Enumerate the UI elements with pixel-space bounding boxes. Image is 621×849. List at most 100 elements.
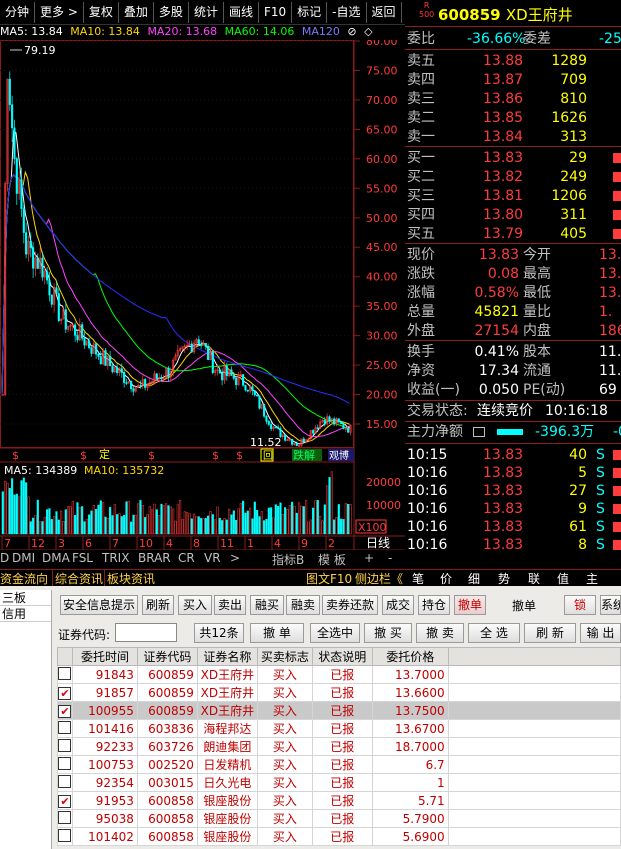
row-checkbox-cell[interactable]: ✔ xyxy=(57,791,73,810)
event-marker-icon[interactable]: $ xyxy=(236,449,243,462)
cancel-buy-button[interactable]: 撤 买 xyxy=(364,623,412,643)
tab-trix[interactable]: TRIX xyxy=(102,551,129,565)
event-marker-icon[interactable]: $ xyxy=(212,449,219,462)
row-checkbox-cell[interactable] xyxy=(57,809,73,828)
toolbar-statistics[interactable]: 统计 xyxy=(189,1,224,23)
cancel-sell-button[interactable]: 撤 卖 xyxy=(416,623,464,643)
system-button[interactable]: 系统 xyxy=(600,595,621,615)
col-price[interactable]: 委托价格 xyxy=(371,647,449,666)
col-status[interactable]: 状态说明 xyxy=(311,647,373,666)
buy-button[interactable]: 买入 xyxy=(178,595,212,615)
table-row[interactable]: 101402 600858 银座股份 买入 已报 5.6900 xyxy=(57,827,621,846)
bids-row[interactable]: 买五 13.79 405 xyxy=(405,225,621,243)
sell-button[interactable]: 卖出 xyxy=(214,595,246,615)
tab-linked[interactable]: 联 xyxy=(528,570,540,587)
deals-button[interactable]: 成交 xyxy=(382,595,414,615)
legend-collapse-icon[interactable]: ◇ xyxy=(364,25,372,38)
tab-template[interactable]: 模 板 xyxy=(318,551,346,568)
row-checkbox-cell[interactable]: ✔ xyxy=(57,683,73,702)
row-checkbox[interactable] xyxy=(58,774,72,788)
refresh-button[interactable]: 刷新 xyxy=(142,595,174,615)
zoom-out-button[interactable]: - xyxy=(388,551,392,565)
tab-dmi[interactable]: DMI xyxy=(12,551,35,565)
bids-row[interactable]: 买三 13.81 1206 xyxy=(405,187,621,205)
table-row[interactable]: 92233 603726 朗迪集团 买入 已报 18.7000 xyxy=(57,737,621,756)
tab-sector-news[interactable]: 板块资讯 xyxy=(104,570,155,587)
col-time[interactable]: 委托时间 xyxy=(71,647,138,666)
lock-button[interactable]: 锁 xyxy=(564,595,596,615)
row-checkbox[interactable] xyxy=(58,720,72,734)
table-row[interactable]: 92354 003015 日久光电 买入 已报 1 xyxy=(57,773,621,792)
tab-value[interactable]: 值 xyxy=(557,570,569,587)
main-flow-icon[interactable] xyxy=(473,427,485,437)
toolbar-minute[interactable]: 分钟 xyxy=(0,1,36,23)
row-checkbox[interactable] xyxy=(58,666,72,680)
col-extra[interactable] xyxy=(447,647,621,666)
row-checkbox-cell[interactable] xyxy=(57,737,73,756)
row-checkbox[interactable] xyxy=(58,756,72,770)
table-row[interactable]: 100753 002520 日发精机 买入 已报 6.7 xyxy=(57,755,621,774)
tab-dma[interactable]: DMA xyxy=(42,551,70,565)
f10-link[interactable]: 图文F10 xyxy=(306,570,352,587)
toolbar-f10[interactable]: F10 xyxy=(259,1,293,23)
row-checkbox[interactable]: ✔ xyxy=(58,794,72,808)
asks-row[interactable]: 卖二 13.85 1626 xyxy=(405,109,621,127)
daily-label[interactable]: 日线 xyxy=(366,536,390,550)
tab-fsl[interactable]: FSL xyxy=(72,551,93,565)
col-name[interactable]: 证券名称 xyxy=(196,647,258,666)
row-checkbox-cell[interactable] xyxy=(57,827,73,846)
toolbar-multi-stock[interactable]: 多股 xyxy=(154,1,189,23)
tab-trades[interactable]: 笔 xyxy=(412,570,424,587)
nav-neeq[interactable]: 三板 xyxy=(0,590,51,606)
tab-main[interactable]: 主 xyxy=(586,570,598,587)
bids-row[interactable]: 买四 13.80 311 xyxy=(405,206,621,224)
col-code[interactable]: 证券代码 xyxy=(136,647,198,666)
sidebar-toggle[interactable]: 侧边栏《 xyxy=(355,570,403,587)
tab-indicator-b[interactable]: 指标B xyxy=(272,551,304,568)
table-row[interactable]: 101416 603836 海程邦达 买入 已报 13.6700 xyxy=(57,719,621,738)
tab-cr[interactable]: CR xyxy=(178,551,195,565)
tab-general-news[interactable]: 综合资讯 xyxy=(52,570,103,587)
select-all-checked-button[interactable]: 全选中 xyxy=(310,623,360,643)
row-checkbox-cell[interactable] xyxy=(57,755,73,774)
margin-sell-button[interactable]: 融卖 xyxy=(286,595,320,615)
row-checkbox-cell[interactable] xyxy=(57,665,73,684)
sell-repay-button[interactable]: 卖券还款 xyxy=(322,595,378,615)
row-checkbox-cell[interactable] xyxy=(57,719,73,738)
toolbar-back[interactable]: 返回 xyxy=(367,1,402,23)
refresh-list-button[interactable]: 刷 新 xyxy=(524,623,576,643)
nav-margin[interactable]: 信用 xyxy=(0,606,51,622)
marker-die-jie[interactable]: 跌解 xyxy=(293,448,315,462)
security-info-button[interactable]: 安全信息提示 xyxy=(60,595,138,615)
positions-button[interactable]: 持仓 xyxy=(418,595,450,615)
tab-vr[interactable]: VR xyxy=(204,551,221,565)
cancel-button[interactable]: 撤 单 xyxy=(250,623,304,643)
export-button[interactable]: 输 出 xyxy=(580,623,621,643)
row-checkbox[interactable] xyxy=(58,810,72,824)
marker-hui[interactable]: 回 xyxy=(263,450,273,462)
tab-price[interactable]: 价 xyxy=(440,570,452,587)
code-filter-input[interactable] xyxy=(115,623,177,642)
table-row[interactable]: 91843 600859 XD王府井 买入 已报 13.7000 xyxy=(57,665,621,684)
cancel-order-tab[interactable]: 撤单 xyxy=(454,595,486,615)
marker-ding[interactable]: 定 xyxy=(99,447,110,461)
row-checkbox-cell[interactable] xyxy=(57,773,73,792)
select-all-button[interactable]: 全 选 xyxy=(468,623,520,643)
toolbar-mark[interactable]: 标记 xyxy=(292,1,328,23)
kline-chart[interactable]: 80.00 75.00 70.00 65.00 60.00 55.00 50.00 45.00… xyxy=(0,40,405,550)
margin-buy-button[interactable]: 融买 xyxy=(250,595,284,615)
toolbar-more[interactable]: 更多 > xyxy=(35,1,84,23)
zoom-in-button[interactable]: + xyxy=(364,551,374,565)
toolbar-draw-line[interactable]: 画线 xyxy=(224,1,259,23)
marker-guan-bo[interactable]: 观博 xyxy=(329,449,349,462)
row-checkbox[interactable] xyxy=(58,738,72,752)
event-marker-icon[interactable]: $ xyxy=(80,449,87,462)
event-marker-icon[interactable]: $ xyxy=(148,449,155,462)
toolbar-remove-watchlist[interactable]: -自选 xyxy=(327,1,367,23)
toolbar-restore-rights[interactable]: 复权 xyxy=(84,1,119,23)
tab-d[interactable]: D xyxy=(0,551,9,565)
table-row[interactable]: ✔ 100955 600859 XD王府井 买入 已报 13.7500 xyxy=(57,701,621,720)
bids-row[interactable]: 买一 13.83 29 xyxy=(405,149,621,167)
asks-row[interactable]: 卖三 13.86 810 xyxy=(405,90,621,108)
table-row[interactable]: ✔ 91857 600859 XD王府井 买入 已报 13.6600 xyxy=(57,683,621,702)
